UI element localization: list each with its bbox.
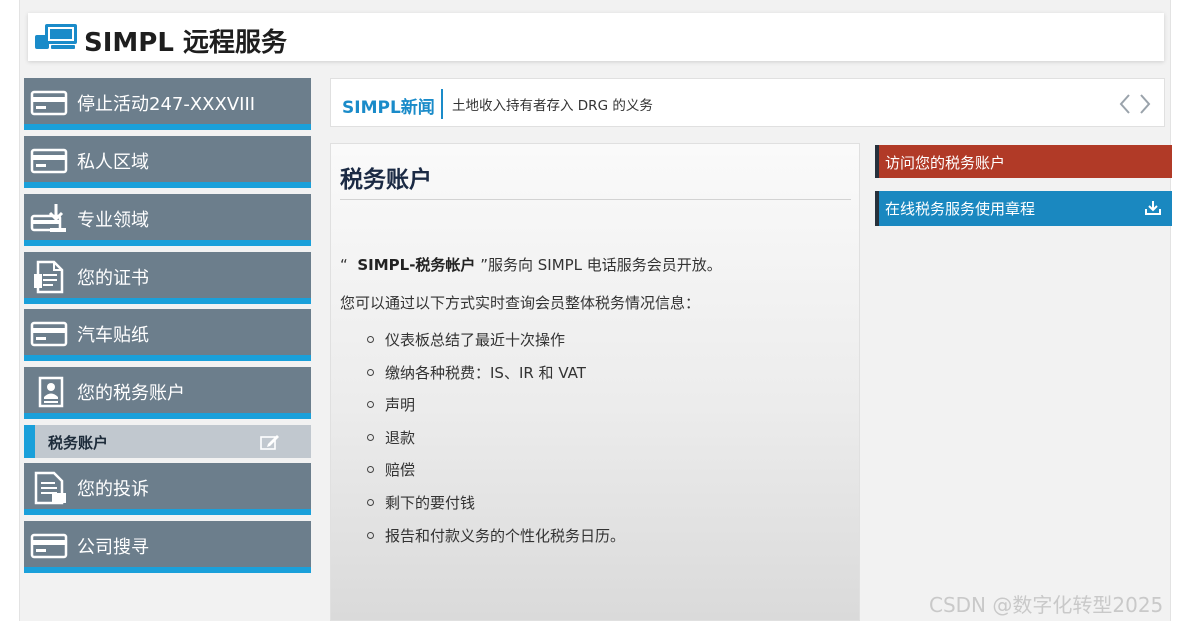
circle-bullet-icon: [367, 498, 374, 506]
circle-bullet-icon: [367, 336, 374, 343]
list-item: 报告和付款义务的个性化税务日历。: [364, 526, 625, 559]
complaint-document-icon: [34, 471, 66, 505]
access-tax-account-label: 访问您的税务账户: [885, 154, 1006, 172]
sidebar-item-label: 您的投诉: [77, 479, 149, 500]
sidebar-item-car-sticker[interactable]: 汽车贴纸: [24, 309, 311, 361]
download-tray-icon: [30, 204, 66, 232]
certificate-document-icon: [34, 260, 64, 294]
app-header: SIMPL 远程服务: [28, 13, 1164, 61]
sidebar-item-certificates[interactable]: 您的证书: [24, 252, 311, 304]
feature-list: 仪表板总结了最近十次操作 缴纳各种税费：IS、IR 和 VAT 声明 退款 赔偿…: [364, 330, 625, 558]
list-item: 赔偿: [364, 460, 625, 493]
news-headline-link[interactable]: 土地收入持有者存入 DRG 的义务: [452, 94, 653, 114]
id-card-icon: [38, 376, 64, 408]
chevron-right-icon[interactable]: [1138, 93, 1152, 115]
sidebar-item-professional-area[interactable]: 专业领域: [24, 194, 311, 246]
sidebar-subitem-label: 税务账户: [48, 434, 109, 452]
edit-icon: [260, 435, 279, 450]
circle-bullet-icon: [367, 466, 374, 474]
card-icon: [30, 148, 68, 174]
lead-text: 您可以通过以下方式实时查询会员整体税务情况信息：: [340, 294, 701, 312]
page-title: 税务账户: [340, 167, 432, 193]
intro-rest: ”服务向 SIMPL 电话服务会员开放。: [480, 256, 722, 274]
sidebar-item-stop-activity[interactable]: 停止活动247-XXXVIII: [24, 78, 311, 130]
sidebar-item-label: 您的证书: [77, 268, 149, 289]
news-ticker: SIMPL新闻 土地收入持有者存入 DRG 的义务: [330, 78, 1165, 127]
title-divider: [340, 199, 851, 200]
circle-bullet-icon: [367, 433, 374, 441]
card-icon: [30, 321, 68, 347]
main-content-panel: 税务账户 “ SIMPL-税务帐户 ”服务向 SIMPL 电话服务会员开放。 您…: [330, 143, 860, 621]
circle-bullet-icon: [367, 368, 374, 376]
download-icon: [1145, 201, 1161, 215]
list-item: 剩下的要付钱: [364, 493, 625, 526]
sidebar-item-company-search[interactable]: 公司搜寻: [24, 521, 311, 573]
sidebar-item-complaints[interactable]: 您的投诉: [24, 463, 311, 515]
sidebar-item-label: 专业领域: [77, 210, 149, 231]
circle-bullet-icon: [367, 401, 374, 409]
active-indicator: [24, 425, 35, 458]
news-divider: [441, 89, 443, 119]
news-title: SIMPL新闻: [342, 98, 435, 118]
tax-service-charter-button[interactable]: 在线税务服务使用章程: [875, 191, 1172, 226]
access-tax-account-button[interactable]: 访问您的税务账户: [875, 145, 1172, 178]
sidebar-item-label: 您的税务账户: [77, 383, 185, 404]
list-item: 缴纳各种税费：IS、IR 和 VAT: [364, 363, 625, 396]
card-icon: [30, 90, 68, 116]
app-title: SIMPL 远程服务: [84, 28, 287, 58]
tax-service-charter-label: 在线税务服务使用章程: [885, 200, 1036, 218]
sidebar-item-private-area[interactable]: 私人区域: [24, 136, 311, 188]
sidebar-item-label: 停止活动247-XXXVIII: [77, 94, 256, 115]
service-name: SIMPL-税务帐户: [357, 256, 476, 274]
circle-bullet-icon: [367, 531, 374, 539]
list-item: 声明: [364, 395, 625, 428]
sidebar-item-label: 公司搜寻: [77, 537, 149, 558]
sidebar-item-label: 汽车贴纸: [77, 325, 149, 346]
sidebar-item-tax-account[interactable]: 您的税务账户: [24, 367, 311, 419]
intro-text: “ SIMPL-税务帐户 ”服务向 SIMPL 电话服务会员开放。: [340, 254, 722, 275]
sidebar-subitem-tax-account[interactable]: 税务账户: [24, 425, 311, 458]
card-icon: [30, 533, 68, 559]
monitor-card-logo-icon: [35, 24, 77, 49]
list-item: 退款: [364, 428, 625, 461]
chevron-left-icon[interactable]: [1118, 93, 1132, 115]
sidebar-item-label: 私人区域: [77, 152, 149, 173]
list-item: 仪表板总结了最近十次操作: [364, 330, 625, 363]
watermark-text: CSDN @数字化转型2025: [929, 593, 1164, 617]
quote-open: “: [340, 256, 348, 274]
